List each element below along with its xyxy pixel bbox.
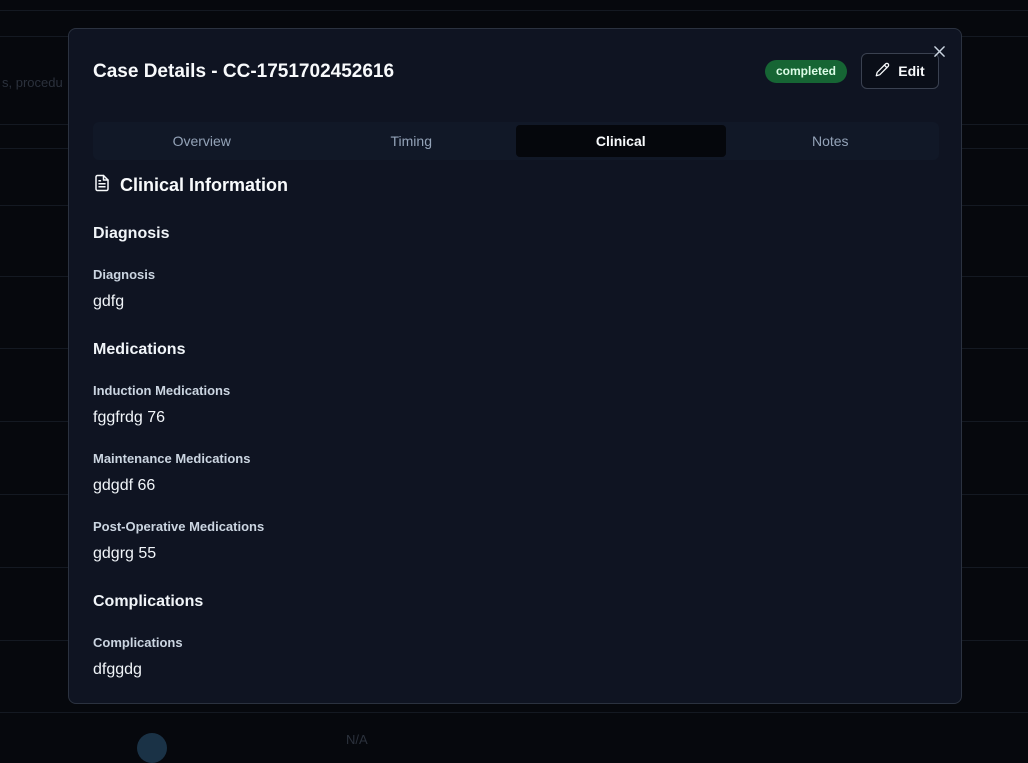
medications-section-title: Medications xyxy=(93,341,186,358)
maintenance-medications-label: Maintenance Medications xyxy=(93,451,251,466)
pencil-icon xyxy=(875,62,890,80)
diagnosis-label: Diagnosis xyxy=(93,267,156,282)
complications-value: dfggdg xyxy=(93,661,142,678)
complications-section-title: Complications xyxy=(93,593,204,610)
induction-medications-value: fggfrdg 76 xyxy=(93,409,166,426)
induction-medications-label: Induction Medications xyxy=(93,383,231,398)
close-button[interactable] xyxy=(931,45,947,61)
divider xyxy=(0,10,1028,11)
diagnosis-section-title: Diagnosis xyxy=(93,225,170,242)
case-details-dialog: Case Details - CC-1751702452616 complete… xyxy=(68,28,962,704)
avatar xyxy=(137,733,167,763)
diagnosis-value: gdfg xyxy=(93,293,125,310)
document-icon xyxy=(93,173,111,198)
complications-label: Complications xyxy=(93,635,183,650)
tab-overview[interactable]: Overview xyxy=(97,125,307,157)
close-icon xyxy=(933,44,945,62)
tab-timing[interactable]: Timing xyxy=(307,125,517,157)
clinical-information-title: Clinical Information xyxy=(120,175,289,195)
background-row-value: N/A xyxy=(346,732,368,747)
dialog-title: Case Details - CC-1751702452616 xyxy=(93,61,395,82)
background-search-text: s, procedu xyxy=(2,75,63,90)
tab-clinical[interactable]: Clinical xyxy=(516,125,726,157)
maintenance-medications-value: gdgdf 66 xyxy=(93,477,156,494)
post-operative-medications-label: Post-Operative Medications xyxy=(93,519,265,534)
status-badge: completed xyxy=(765,60,848,83)
edit-button[interactable]: Edit xyxy=(861,53,939,89)
divider xyxy=(0,712,1028,713)
post-operative-medications-value: gdgrg 55 xyxy=(93,545,157,562)
clinical-information-heading: Clinical Information xyxy=(93,173,288,198)
tab-notes[interactable]: Notes xyxy=(726,125,936,157)
tab-list: Overview Timing Clinical Notes xyxy=(93,122,939,160)
edit-button-label: Edit xyxy=(898,63,925,79)
